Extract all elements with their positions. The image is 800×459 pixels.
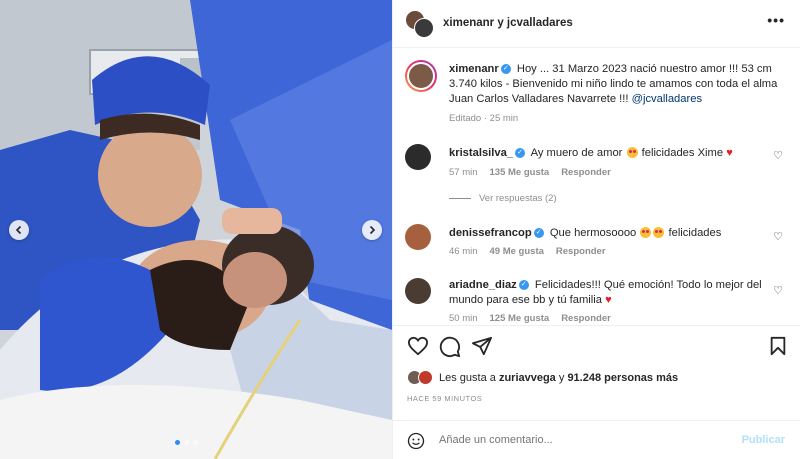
verified-badge-icon: ✓	[515, 147, 526, 158]
hospital-birth-photo	[0, 0, 392, 459]
like-comment-heart-icon[interactable]: ♡	[773, 149, 783, 162]
verified-badge-icon: ✓	[533, 227, 544, 238]
comment-meta: 46 min 49 Me gusta Responder	[449, 246, 606, 257]
avatar[interactable]	[407, 62, 435, 90]
comment-like-count[interactable]: 125 Me gusta	[490, 313, 550, 323]
comment-text: denissefrancop ✓ Que hermosoooo felicidad…	[449, 226, 767, 241]
carousel-dot-active	[175, 440, 180, 445]
comment-meta: 57 min 135 Me gusta Responder	[449, 167, 611, 178]
likes-text: Les gusta a zuriavvega y 91.248 personas…	[439, 372, 678, 384]
like-comment-heart-icon[interactable]: ♡	[773, 230, 783, 243]
comment-body: Ay muero de amor	[530, 147, 626, 159]
red-heart-emoji-icon: ♥	[726, 147, 733, 159]
reply-button[interactable]: Responder	[561, 167, 611, 178]
heart-eyes-emoji-icon	[653, 226, 665, 238]
like-heart-icon[interactable]	[407, 336, 429, 356]
comment-meta: 50 min 125 Me gusta Responder	[449, 313, 611, 323]
carousel-indicator	[175, 440, 198, 445]
add-comment-bar: Publicar	[393, 420, 800, 459]
comment-body: felicidades Xime	[638, 147, 727, 159]
comment-text: kristalsilva_ ✓ Ay muero de amor felicida…	[449, 146, 767, 161]
chevron-left-icon	[15, 225, 22, 235]
comment-input[interactable]	[439, 434, 719, 446]
comment-text: ariadne_diaz ✓ Felicidades!!! Qué emoción…	[449, 278, 767, 308]
post-actions-bar	[393, 325, 800, 365]
likes-summary: Les gusta a zuriavvega y 91.248 personas…	[407, 370, 678, 385]
divider	[449, 198, 471, 199]
post-authors[interactable]: ximenanr y jcvalladares	[443, 17, 573, 29]
avatar[interactable]	[405, 224, 431, 250]
post-timestamp: HACE 59 MINUTOS	[407, 394, 483, 403]
caption-username[interactable]: ximenanr	[449, 63, 499, 75]
post-header: ximenanr y jcvalladares •••	[393, 0, 800, 48]
carousel-dot	[184, 440, 189, 445]
avatar[interactable]	[418, 370, 433, 385]
collab-avatars[interactable]	[405, 10, 435, 38]
avatar[interactable]	[405, 278, 431, 304]
comment-time: 57 min	[449, 167, 478, 178]
verified-badge-icon: ✓	[518, 279, 529, 290]
liker-username[interactable]: zuriavvega	[499, 372, 556, 384]
reply-button[interactable]: Responder	[556, 246, 606, 257]
comment-body: Que hermosoooo	[549, 227, 640, 239]
heart-eyes-emoji-icon	[626, 146, 638, 158]
comment-body: felicidades	[665, 227, 722, 239]
comment-time: 46 min	[449, 246, 478, 257]
verified-badge-icon: ✓	[500, 63, 511, 74]
reply-button[interactable]: Responder	[561, 313, 611, 323]
likes-conjunction: y	[555, 371, 568, 384]
like-comment-heart-icon[interactable]: ♡	[773, 284, 783, 297]
red-heart-emoji-icon: ♥	[605, 294, 612, 306]
post-detail-panel: ximenanr y jcvalladares ••• ximenanr ✓ Ho…	[392, 0, 800, 459]
heart-eyes-emoji-icon	[640, 226, 652, 238]
caption-text: ximenanr ✓ Hoy ... 31 Marzo 2023 nació nu…	[449, 62, 787, 126]
comment-username[interactable]: denissefrancop	[449, 227, 532, 239]
emoji-picker-icon[interactable]	[407, 432, 425, 450]
avatar[interactable]	[414, 18, 434, 38]
caption-mention-link[interactable]: @jcvalladares	[632, 93, 702, 105]
comment-username[interactable]: kristalsilva_	[449, 147, 513, 159]
comment-icon[interactable]	[439, 336, 461, 358]
caption-meta: Editado · 25 min	[449, 113, 519, 124]
next-photo-button[interactable]	[362, 220, 382, 240]
more-horizontal-icon[interactable]: •••	[767, 12, 785, 28]
bookmark-save-icon[interactable]	[769, 336, 787, 356]
view-replies-button[interactable]: Ver respuestas (2)	[449, 193, 557, 204]
comment-username[interactable]: ariadne_diaz	[449, 279, 517, 291]
share-send-icon[interactable]	[471, 336, 493, 356]
chevron-right-icon	[369, 225, 376, 235]
likes-prefix: Les gusta a	[439, 371, 499, 384]
carousel-dot	[193, 440, 198, 445]
post-photo	[0, 0, 392, 459]
avatar[interactable]	[405, 144, 431, 170]
likes-count-link[interactable]: 91.248 personas más	[567, 372, 678, 384]
avatar-story-ring[interactable]	[405, 60, 437, 92]
comment-like-count[interactable]: 49 Me gusta	[490, 246, 544, 257]
publish-button[interactable]: Publicar	[742, 434, 785, 446]
comment-time: 50 min	[449, 313, 478, 323]
view-replies-label[interactable]: Ver respuestas (2)	[479, 193, 557, 204]
previous-photo-button[interactable]	[9, 220, 29, 240]
comment-like-count[interactable]: 135 Me gusta	[490, 167, 550, 178]
